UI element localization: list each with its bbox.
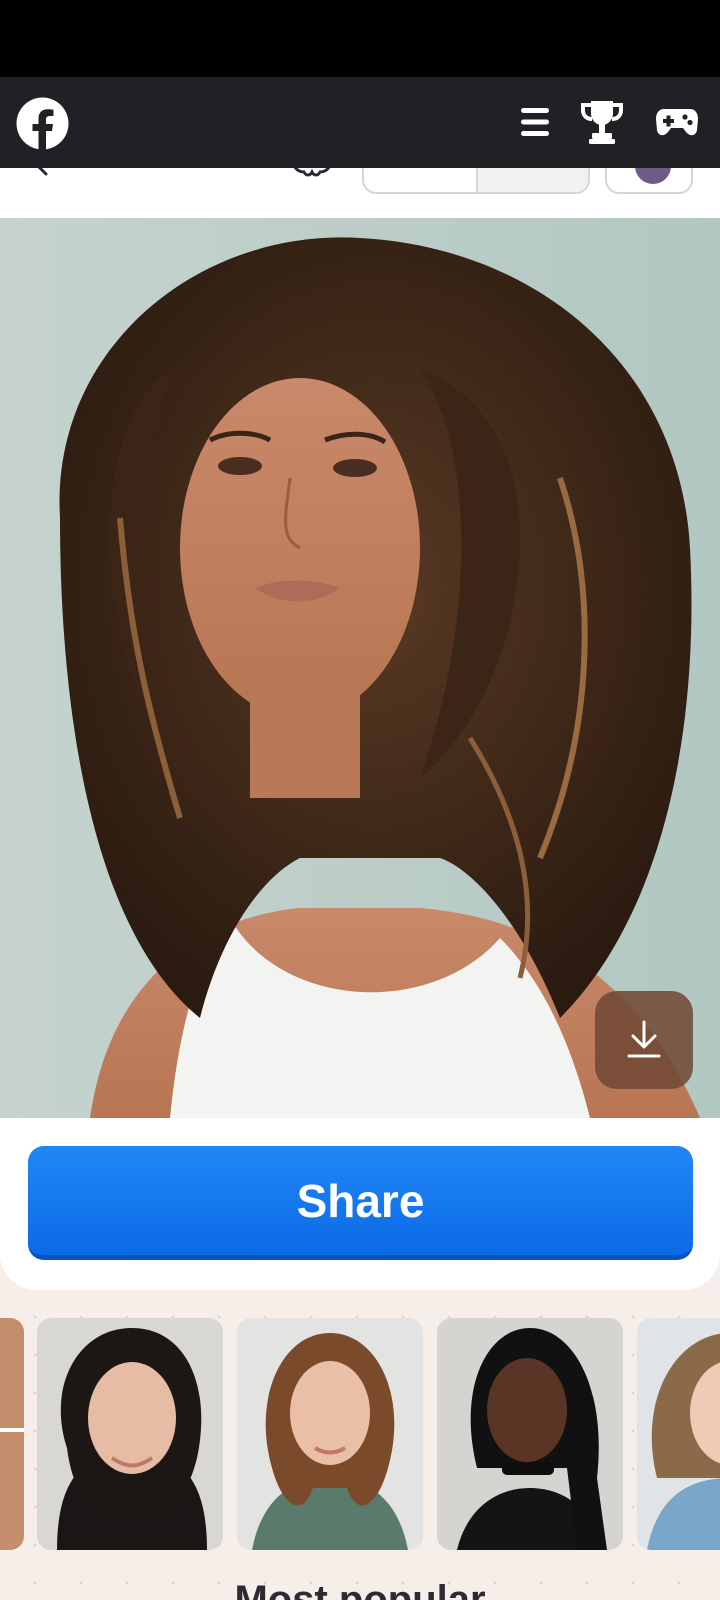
chat-bubble-icon <box>635 168 671 184</box>
download-icon <box>627 1020 661 1058</box>
gallery-item[interactable] <box>0 1318 24 1550</box>
gear-icon[interactable] <box>288 168 336 184</box>
menu-icon[interactable] <box>518 105 552 139</box>
download-button[interactable] <box>595 991 693 1089</box>
result-image <box>0 218 720 1118</box>
segment-option[interactable] <box>476 168 588 192</box>
gallery-item[interactable] <box>637 1318 720 1550</box>
result-card: Share <box>0 218 720 1290</box>
gallery-item[interactable] <box>237 1318 423 1550</box>
gamepad-icon[interactable] <box>655 106 699 138</box>
style-gallery <box>0 1318 720 1550</box>
top-app-bar <box>0 77 720 168</box>
scrolled-toolbar <box>0 168 720 218</box>
chevron-left-icon[interactable] <box>32 168 52 186</box>
segmented-control[interactable] <box>362 168 590 194</box>
chat-button[interactable] <box>605 168 693 194</box>
facebook-icon[interactable] <box>16 97 69 150</box>
status-bar <box>0 0 720 77</box>
section-title: Most popular <box>234 1578 486 1600</box>
share-button[interactable]: Share <box>28 1146 693 1260</box>
trophy-icon[interactable] <box>580 99 624 145</box>
gallery-item[interactable] <box>37 1318 223 1550</box>
gallery-item[interactable] <box>437 1318 623 1550</box>
